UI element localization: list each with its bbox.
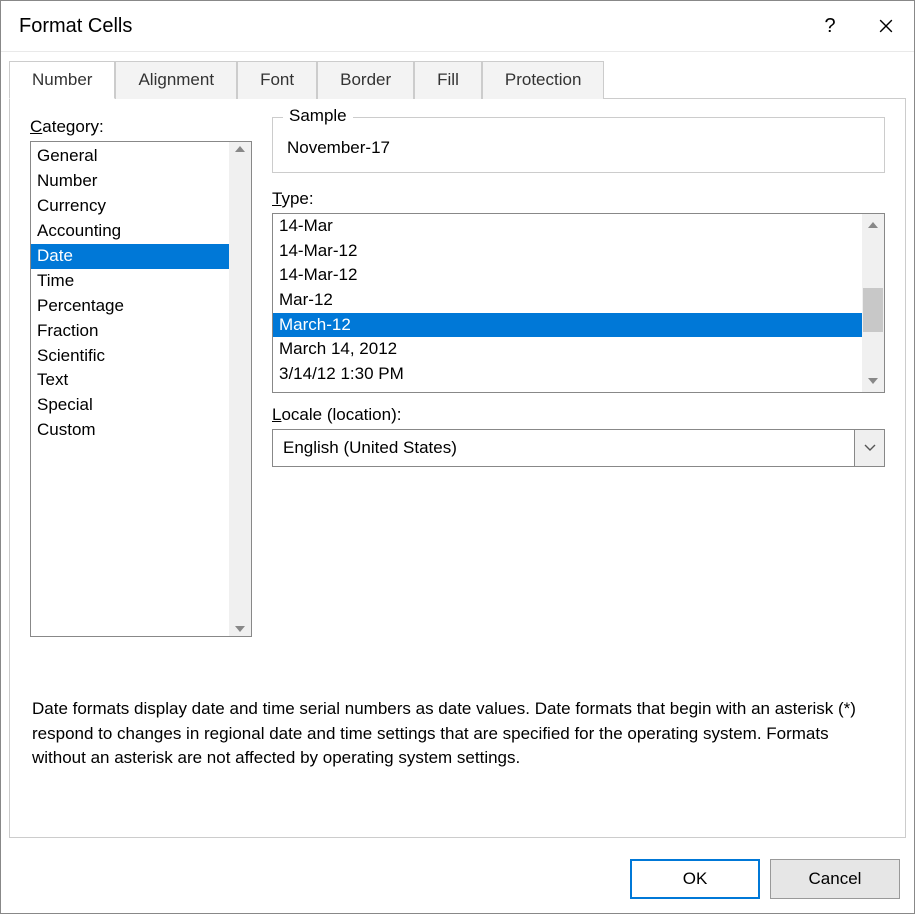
type-item[interactable]: 14-Mar [273,214,862,239]
sample-group: Sample November-17 [272,117,885,173]
locale-value: English (United States) [273,430,854,466]
scroll-down-icon [868,378,878,384]
ok-button[interactable]: OK [630,859,760,899]
category-item[interactable]: Special [31,393,229,418]
tab-border[interactable]: Border [317,61,414,99]
number-tab-panel: Category: GeneralNumberCurrencyAccountin… [9,98,906,838]
scroll-up-icon [235,146,245,152]
format-cells-dialog: Format Cells ? NumberAlignmentFontBorder… [0,0,915,914]
category-listbox[interactable]: GeneralNumberCurrencyAccountingDateTimeP… [30,141,252,637]
locale-dropdown[interactable]: English (United States) [272,429,885,467]
category-column: Category: GeneralNumberCurrencyAccountin… [30,117,252,637]
details-column: Sample November-17 Type: 14-Mar14-Mar-12… [272,117,885,637]
tab-strip: NumberAlignmentFontBorderFillProtection [9,60,906,98]
dialog-body: NumberAlignmentFontBorderFillProtection … [1,51,914,849]
scroll-track[interactable] [862,236,884,370]
category-scrollbar[interactable] [229,142,251,636]
titlebar: Format Cells ? [1,1,914,51]
help-button[interactable]: ? [802,1,858,51]
scroll-down-icon [235,626,245,632]
category-item[interactable]: Fraction [31,319,229,344]
type-item[interactable]: March 14, 2012 [273,337,862,362]
locale-dropdown-button[interactable] [854,430,884,466]
category-item[interactable]: Time [31,269,229,294]
help-icon: ? [824,15,835,38]
category-item[interactable]: Custom [31,418,229,443]
tab-font[interactable]: Font [237,61,317,99]
scroll-up-icon [868,222,878,228]
category-item[interactable]: Accounting [31,219,229,244]
dialog-button-row: OK Cancel [1,849,914,913]
tab-fill[interactable]: Fill [414,61,482,99]
type-item[interactable]: March-12 [273,313,862,338]
category-label: Category: [30,117,252,137]
category-item[interactable]: Percentage [31,294,229,319]
type-scrollbar[interactable] [862,214,884,392]
category-item[interactable]: Date [31,244,229,269]
type-listbox[interactable]: 14-Mar14-Mar-1214-Mar-12Mar-12March-12Ma… [272,213,885,393]
category-item[interactable]: Number [31,169,229,194]
category-item[interactable]: General [31,144,229,169]
tab-alignment[interactable]: Alignment [115,61,237,99]
close-button[interactable] [858,1,914,51]
type-item[interactable]: 14-Mar-12 [273,239,862,264]
tab-number[interactable]: Number [9,61,115,99]
category-item[interactable]: Scientific [31,344,229,369]
locale-label: Locale (location): [272,405,885,425]
description-text: Date formats display date and time seria… [32,697,883,771]
window-title: Format Cells [19,15,802,38]
type-item[interactable]: 14-Mar-12 [273,263,862,288]
sample-legend: Sample [283,106,353,126]
type-label: Type: [272,189,885,209]
close-icon [879,19,893,33]
type-item[interactable]: Mar-12 [273,288,862,313]
category-item[interactable]: Currency [31,194,229,219]
tab-protection[interactable]: Protection [482,61,605,99]
category-item[interactable]: Text [31,368,229,393]
cancel-button[interactable]: Cancel [770,859,900,899]
type-item[interactable]: 3/14/12 1:30 PM [273,362,862,387]
chevron-down-icon [864,444,876,452]
sample-value: November-17 [287,138,870,158]
scroll-thumb[interactable] [863,288,883,332]
